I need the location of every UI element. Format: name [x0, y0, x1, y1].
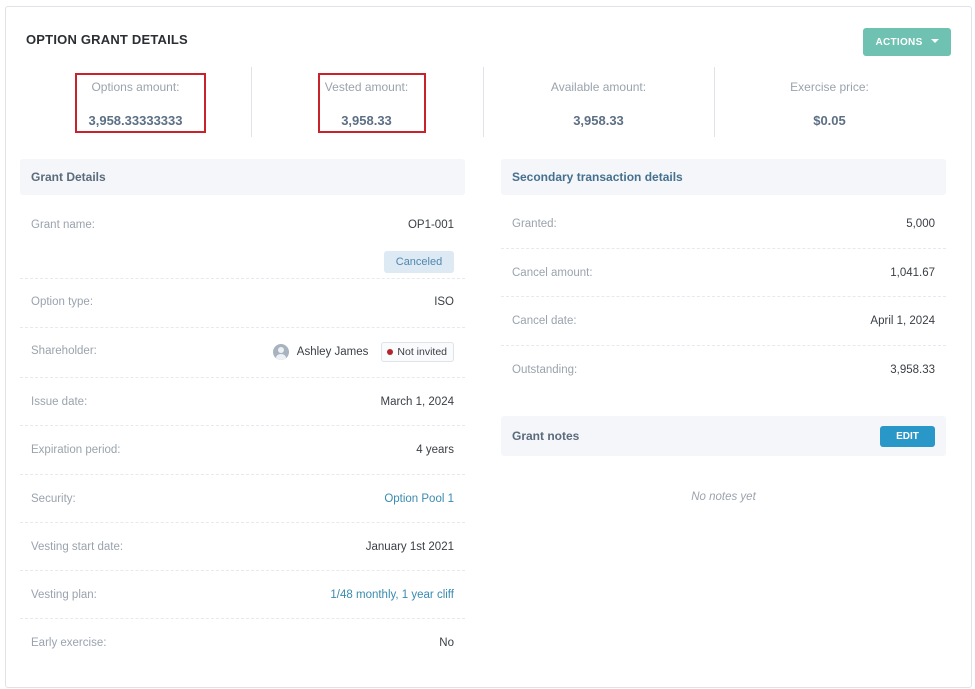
exercise-price-stat: Exercise price: $0.05: [714, 67, 945, 139]
outstanding-row: Outstanding: 3,958.33: [501, 346, 946, 394]
empty-notes-message: No notes yet: [691, 491, 756, 503]
status-badge: Canceled: [384, 251, 454, 273]
available-amount-stat: Available amount: 3,958.33: [483, 67, 714, 139]
row-value: 4 years: [416, 444, 454, 456]
issue-date-row: Issue date: March 1, 2024: [20, 378, 465, 426]
cancel-date-row: Cancel date: April 1, 2024: [501, 297, 946, 346]
row-label: Granted:: [512, 218, 557, 230]
actions-label: ACTIONS: [875, 36, 923, 48]
row-value: No: [439, 637, 454, 649]
page-title: OPTION GRANT DETAILS: [26, 32, 188, 47]
row-label: Shareholder:: [31, 345, 97, 357]
stat-value: 3,958.33: [573, 113, 624, 128]
actions-button[interactable]: ACTIONS: [863, 28, 951, 56]
row-value: 1,041.67: [890, 267, 935, 279]
row-label: Vesting plan:: [31, 589, 97, 601]
avatar: [272, 344, 289, 360]
row-label: Vesting start date:: [31, 541, 124, 553]
row-label: Cancel date:: [512, 315, 577, 327]
cancel-amount-row: Cancel amount: 1,041.67: [501, 249, 946, 297]
shareholder-name[interactable]: Ashley James: [297, 346, 369, 358]
option-type-row: Option type: ISO: [20, 279, 465, 328]
stat-label: Exercise price:: [790, 80, 869, 94]
security-link[interactable]: Option Pool 1: [384, 493, 454, 505]
row-value: 5,000: [906, 218, 935, 230]
row-value: April 1, 2024: [870, 315, 935, 327]
stat-label: Available amount:: [550, 80, 647, 94]
row-label: Grant name:: [31, 219, 95, 231]
secondary-transaction-header: Secondary transaction details: [501, 159, 946, 195]
row-label: Expiration period:: [31, 444, 121, 456]
invite-status-label: Not invited: [397, 346, 447, 358]
invite-status-badge: Not invited: [381, 342, 454, 362]
vested-amount-highlight: [318, 73, 426, 133]
grant-notes-title: Grant notes: [512, 429, 580, 443]
chevron-down-icon: [930, 39, 939, 43]
status-dot-icon: [387, 349, 394, 355]
stat-value: $0.05: [813, 113, 846, 128]
options-amount-highlight: [75, 73, 206, 133]
row-value: March 1, 2024: [380, 396, 454, 408]
edit-notes-button[interactable]: EDIT: [880, 426, 935, 447]
row-label: Early exercise:: [31, 637, 107, 649]
row-value: 3,958.33: [890, 364, 935, 376]
grant-name-row: Grant name: OP1-001 Canceled: [20, 207, 465, 279]
security-row: Security: Option Pool 1: [20, 475, 465, 523]
row-label: Cancel amount:: [512, 267, 593, 279]
grant-details-header: Grant Details: [20, 159, 465, 195]
row-label: Option type:: [31, 296, 94, 308]
row-label: Outstanding:: [512, 364, 578, 376]
row-label: Issue date:: [31, 396, 88, 408]
grant-name-value: OP1-001: [407, 219, 454, 231]
row-value: January 1st 2021: [365, 541, 454, 553]
granted-row: Granted: 5,000: [501, 200, 946, 249]
grant-notes-header: Grant notes EDIT: [501, 416, 946, 456]
expiration-period-row: Expiration period: 4 years: [20, 426, 465, 475]
vesting-start-date-row: Vesting start date: January 1st 2021: [20, 523, 465, 571]
row-value: ISO: [434, 296, 454, 308]
row-label: Security:: [31, 493, 76, 505]
vesting-plan-link[interactable]: 1/48 monthly, 1 year cliff: [330, 589, 454, 601]
early-exercise-row: Early exercise: No: [20, 619, 465, 667]
vesting-plan-row: Vesting plan: 1/48 monthly, 1 year cliff: [20, 571, 465, 619]
shareholder-row: Shareholder: Ashley James Not invited: [20, 328, 465, 378]
shareholder-info: Ashley James Not invited: [272, 342, 454, 362]
